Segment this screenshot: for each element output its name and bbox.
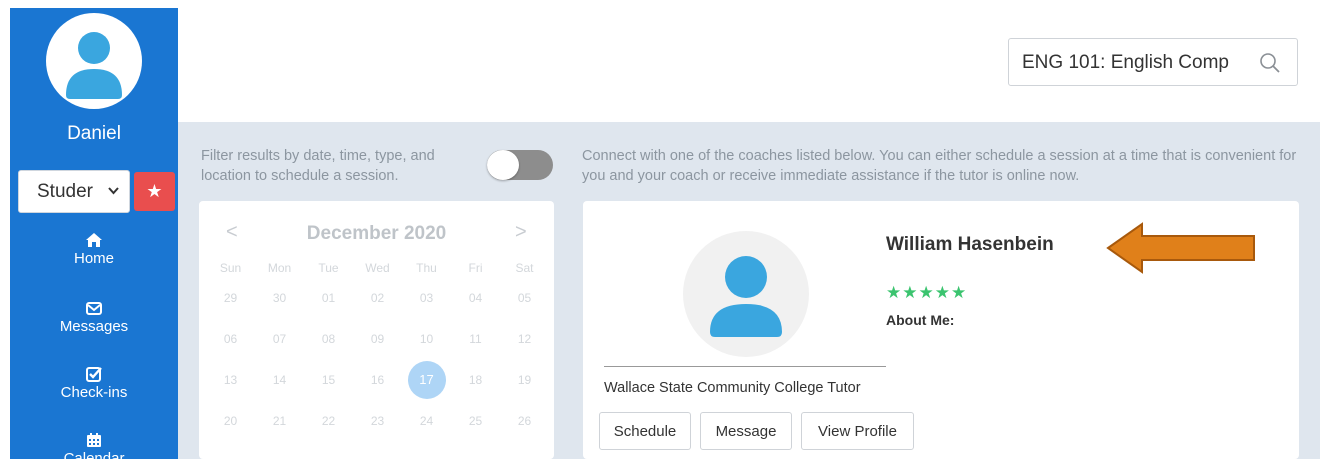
check-square-icon [86, 367, 102, 382]
calendar-header: < December 2020 > [199, 221, 554, 249]
calendar-day-today[interactable]: 17 [402, 360, 451, 399]
calendar-day[interactable]: 23 [353, 414, 402, 428]
calendar-day[interactable]: 15 [304, 373, 353, 387]
calendar-day[interactable]: 05 [500, 291, 549, 305]
calendar-day[interactable]: 14 [255, 373, 304, 387]
calendar-grid: Sun Mon Tue Wed Thu Fri Sat 29 30 01 02 … [206, 259, 549, 441]
search-icon[interactable] [1259, 52, 1281, 74]
page: Daniel Studer ★ Home Messages Check-ins … [0, 0, 1320, 459]
weekday-label: Sun [219, 261, 242, 275]
calendar-day[interactable]: 08 [304, 332, 353, 346]
nav-label-check-ins: Check-ins [60, 384, 128, 401]
nav-label-messages: Messages [59, 318, 129, 335]
calendar-week: 29 30 01 02 03 04 05 [206, 277, 549, 318]
toggle-knob [487, 150, 519, 180]
sidebar: Daniel Studer ★ Home Messages Check-ins … [10, 8, 178, 459]
schedule-button[interactable]: Schedule [599, 412, 691, 450]
calendar-day[interactable]: 18 [451, 373, 500, 387]
about-me-label: About Me: [886, 312, 955, 328]
chevron-down-icon [108, 184, 119, 198]
course-search-input[interactable]: ENG 101: English Comp [1008, 38, 1298, 86]
calendar-day[interactable]: 16 [353, 373, 402, 387]
user-avatar-icon [66, 32, 122, 99]
weekday-label: Wed [365, 261, 390, 275]
card-divider [604, 366, 886, 367]
calendar-day[interactable]: 22 [304, 414, 353, 428]
calendar-day[interactable]: 30 [255, 291, 304, 305]
envelope-icon [86, 302, 102, 315]
view-profile-button[interactable]: View Profile [801, 412, 914, 450]
calendar-week: 06 07 08 09 10 11 12 [206, 318, 549, 359]
nav-item-home[interactable]: Home [10, 232, 178, 267]
filter-toggle[interactable] [487, 150, 553, 180]
weekday-label: Fri [468, 261, 483, 275]
avatar[interactable] [46, 13, 142, 109]
course-search-value: ENG 101: English Comp [1022, 52, 1229, 73]
coach-name: William Hasenbein [886, 234, 1054, 255]
calendar-day[interactable]: 10 [402, 332, 451, 346]
nav-item-messages[interactable]: Messages [10, 300, 178, 335]
calendar-week: 13 14 15 16 17 18 19 [206, 359, 549, 400]
filter-description: Filter results by date, time, type, and … [201, 148, 435, 184]
calendar-weekdays: Sun Mon Tue Wed Thu Fri Sat [206, 259, 549, 277]
calendar-day[interactable]: 11 [451, 332, 500, 346]
calendar-day[interactable]: 04 [451, 291, 500, 305]
calendar-next-button[interactable]: > [515, 221, 527, 244]
calendar-week: 20 21 22 23 24 25 26 [206, 400, 549, 441]
calendar-day[interactable]: 19 [500, 373, 549, 387]
favorite-button[interactable]: ★ [134, 172, 175, 211]
calendar-day[interactable]: 09 [353, 332, 402, 346]
arrow-annotation-icon [1106, 222, 1255, 274]
calendar-day[interactable]: 26 [500, 414, 549, 428]
calendar-day[interactable]: 29 [206, 291, 255, 305]
nav-label-calendar: Calendar [63, 450, 125, 459]
role-select-value: Studer [37, 180, 93, 202]
calendar-day[interactable]: 12 [500, 332, 549, 346]
connect-description: Connect with one of the coaches listed b… [582, 148, 1297, 184]
today-marker: 17 [407, 360, 446, 399]
rating-stars: ★★★★★ [886, 283, 968, 302]
calendar-icon [87, 433, 101, 447]
calendar-day[interactable]: 03 [402, 291, 451, 305]
content-area: Filter results by date, time, type, and … [178, 122, 1320, 459]
calendar-day[interactable]: 24 [402, 414, 451, 428]
calendar: < December 2020 > Sun Mon Tue Wed Thu Fr… [199, 201, 554, 459]
calendar-day[interactable]: 21 [255, 414, 304, 428]
coach-organization: Wallace State Community College Tutor [604, 380, 861, 396]
nav-item-calendar[interactable]: Calendar [10, 432, 178, 459]
weekday-label: Sat [515, 261, 534, 275]
weekday-label: Mon [267, 261, 292, 275]
user-name: Daniel [67, 123, 121, 144]
calendar-day[interactable]: 02 [353, 291, 402, 305]
user-avatar-icon [710, 256, 782, 337]
nav-item-check-ins[interactable]: Check-ins [10, 366, 178, 401]
calendar-day[interactable]: 07 [255, 332, 304, 346]
calendar-day[interactable]: 01 [304, 291, 353, 305]
message-button[interactable]: Message [700, 412, 792, 450]
calendar-title: December 2020 [306, 223, 447, 244]
calendar-day[interactable]: 25 [451, 414, 500, 428]
nav-label-home: Home [73, 250, 114, 267]
calendar-day[interactable]: 13 [206, 373, 255, 387]
star-icon: ★ [146, 181, 163, 201]
role-select[interactable]: Studer [18, 170, 130, 213]
coach-avatar [683, 231, 809, 357]
home-icon [86, 233, 102, 247]
calendar-day[interactable]: 20 [206, 414, 255, 428]
weekday-label: Tue [318, 261, 339, 275]
calendar-day[interactable]: 06 [206, 332, 255, 346]
weekday-label: Thu [416, 261, 437, 275]
